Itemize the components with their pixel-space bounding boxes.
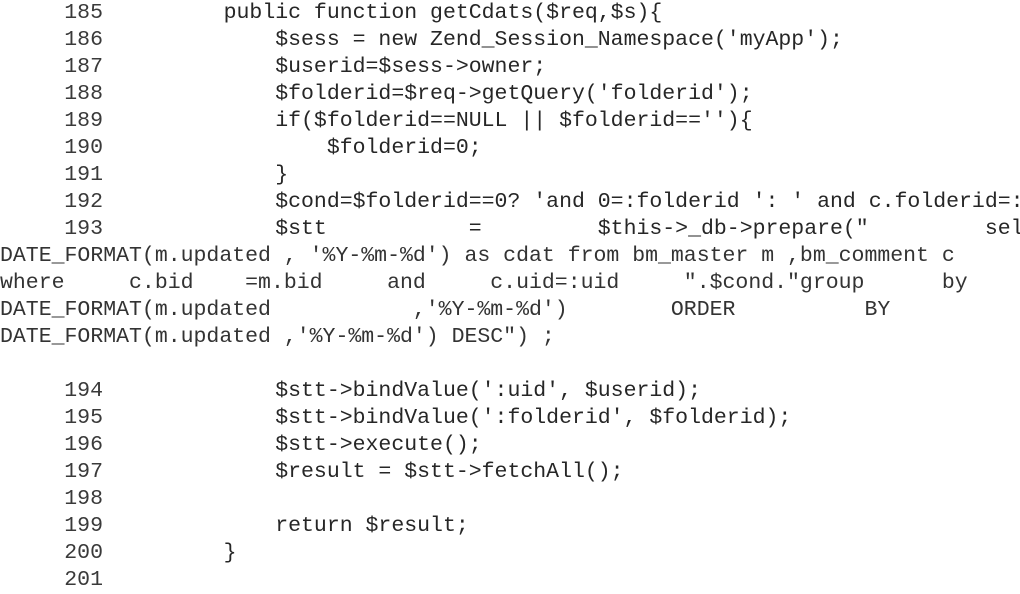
line-code: return $result; [172, 514, 469, 538]
line-code: $sess = new Zend_Session_Namespace('myAp… [172, 28, 843, 52]
code-line[interactable]: 190 $folderid=0; [0, 135, 1020, 162]
line-number: 197 [64, 460, 103, 484]
code-line[interactable]: 185 public function getCdats($req,$s){ [0, 0, 1020, 27]
line-number: 188 [64, 82, 103, 106]
line-number: 193 [64, 217, 103, 241]
line-code: $result = $stt->fetchAll(); [172, 460, 624, 484]
line-number: 185 [64, 1, 103, 25]
line-code: } [172, 163, 289, 187]
code-line[interactable]: 194 $stt->bindValue(':uid', $userid); [0, 378, 1020, 405]
code-line[interactable]: 186 $sess = new Zend_Session_Namespace('… [0, 27, 1020, 54]
code-line[interactable]: 197 $result = $stt->fetchAll(); [0, 459, 1020, 486]
code-line[interactable]: 192 $cond=$folderid==0? 'and 0=:folderid… [0, 189, 1020, 216]
code-line[interactable]: 200 } [0, 540, 1020, 567]
line-code: $userid=$sess->owner; [172, 55, 547, 79]
line-code: $folderid=0; [172, 136, 482, 160]
code-line[interactable]: 189 if($folderid==NULL || $folderid=='')… [0, 108, 1020, 135]
line-code: $stt = $this->_db->prepare(" select [172, 217, 1020, 241]
line-number: 200 [64, 541, 103, 565]
code-line[interactable]: 198 [0, 486, 1020, 513]
line-code: $stt->bindValue(':uid', $userid); [172, 379, 701, 403]
line-number: 187 [64, 55, 103, 79]
code-line[interactable]: 187 $userid=$sess->owner; [0, 54, 1020, 81]
line-code: if($folderid==NULL || $folderid==''){ [172, 109, 753, 133]
line-code: $cond=$folderid==0? 'and 0=:folderid ': … [275, 190, 1020, 214]
line-code: } [172, 541, 237, 565]
code-line[interactable]: 193 $stt = $this->_db->prepare(" select [0, 216, 1020, 243]
line-number: 198 [64, 487, 103, 511]
line-number: 189 [64, 109, 103, 133]
code-line-continuation: where c.bid =m.bid and c.uid=:uid ".$con… [0, 271, 968, 295]
line-code: $stt->execute(); [172, 433, 482, 457]
code-line[interactable]: 199 return $result; [0, 513, 1020, 540]
code-line[interactable]: 191 } [0, 162, 1020, 189]
code-line-continuation: DATE_FORMAT(m.updated ,'%Y-%m-%d') DESC"… [0, 325, 555, 349]
line-number: 196 [64, 433, 103, 457]
code-listing-pane[interactable]: 185 public function getCdats($req,$s){18… [0, 0, 1020, 592]
line-number: 191 [64, 163, 103, 187]
line-number: 195 [64, 406, 103, 430]
code-line[interactable]: 195 $stt->bindValue(':folderid', $folder… [0, 405, 1020, 432]
line-code: public function getCdats($req,$s){ [172, 1, 663, 25]
code-line[interactable]: 188 $folderid=$req->getQuery('folderid')… [0, 81, 1020, 108]
code-line-continuation: DATE_FORMAT(m.updated , '%Y-%m-%d') as c… [0, 244, 955, 268]
blank-row [0, 351, 1020, 378]
code-line[interactable]: 196 $stt->execute(); [0, 432, 1020, 459]
line-code: $stt->bindValue(':folderid', $folderid); [172, 406, 792, 430]
line-number: 194 [64, 379, 103, 403]
line-number: 192 [64, 190, 103, 214]
line-number: 190 [64, 136, 103, 160]
line-number: 186 [64, 28, 103, 52]
code-line-continuation: DATE_FORMAT(m.updated ,'%Y-%m-%d') ORDER… [0, 298, 891, 322]
line-number: 199 [64, 514, 103, 538]
line-code: $folderid=$req->getQuery('folderid'); [172, 82, 753, 106]
code-rows-container: 185 public function getCdats($req,$s){18… [0, 0, 1020, 594]
